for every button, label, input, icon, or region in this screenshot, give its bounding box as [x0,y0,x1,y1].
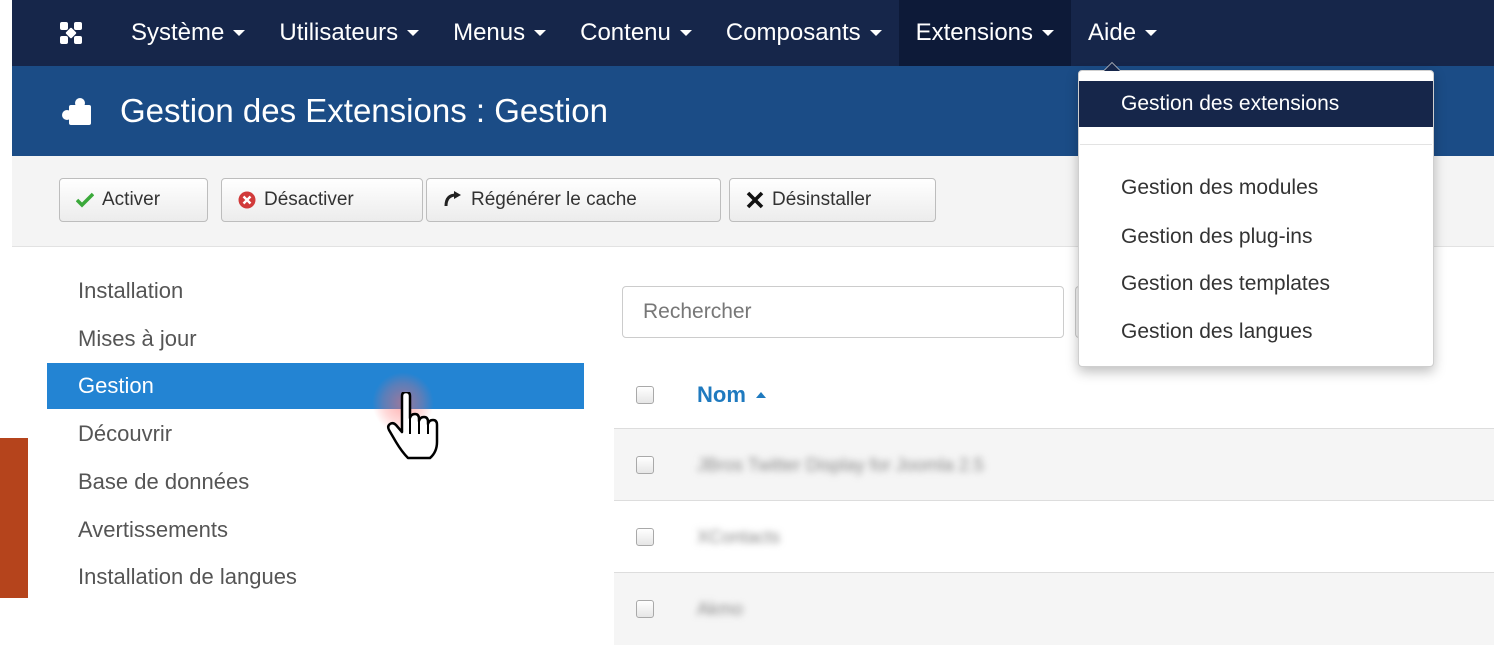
sidebar-item-label: Avertissements [78,517,228,542]
refresh-cache-button[interactable]: Régénérer le cache [426,178,721,222]
refresh-cache-button-label: Régénérer le cache [471,189,637,210]
menu-item-label: Gestion des extensions [1121,92,1340,115]
row-checkbox[interactable] [636,456,654,474]
menu-item-gestion-des-plug-ins[interactable]: Gestion des plug-ins [1079,214,1433,260]
nav-menu-label: Menus [453,19,526,46]
nav-menu-label: Contenu [580,19,671,46]
menu-item-label: Gestion des templates [1121,272,1330,295]
menu-item-gestion-des-langues[interactable]: Gestion des langues [1079,309,1433,355]
table-row[interactable]: XContacts [614,500,1494,573]
refresh-icon [443,191,463,209]
disable-button-label: Désactiver [264,189,354,210]
nav-menu-label: Aide [1088,19,1137,46]
menu-item-gestion-des-modules[interactable]: Gestion des modules [1079,165,1433,211]
nav-menu-systeme[interactable]: Système [114,0,262,66]
menu-item-label: Gestion des langues [1121,320,1313,343]
caret-down-icon [233,30,246,36]
caret-down-icon [407,30,420,36]
menu-item-gestion-des-extensions[interactable]: Gestion des extensions [1079,81,1433,127]
nav-menu-label: Utilisateurs [279,19,399,46]
caret-down-icon [534,30,547,36]
row-checkbox[interactable] [636,528,654,546]
sidebar-item-label: Gestion [78,373,154,398]
sidebar-item-label: Installation de langues [78,564,297,589]
sidebar-item-installation-de-langues[interactable]: Installation de langues [47,554,584,600]
nav-menu-extensions[interactable]: Extensions [898,0,1072,66]
column-header-name[interactable]: Nom [697,382,766,408]
extension-name[interactable]: JBros Twitter Display for Joomla 2.5 [697,455,984,476]
sidebar-item-avertissements[interactable]: Avertissements [47,507,584,553]
hand-pointer-icon [386,390,440,462]
nav-menu-aide[interactable]: Aide [1071,0,1174,66]
nav-menu-contenu[interactable]: Contenu [563,0,709,66]
column-header-name-label: Nom [697,382,746,407]
caret-down-icon [869,30,882,36]
uninstall-button[interactable]: Désinstaller [729,178,936,222]
sidebar-item-installation[interactable]: Installation [47,268,584,314]
check-icon [76,192,94,208]
sidebar-item-base-de-donnees[interactable]: Base de données [47,459,584,505]
nav-menu-utilisateurs[interactable]: Utilisateurs [262,0,436,66]
nav-menu-menus[interactable]: Menus [436,0,563,66]
select-all-checkbox[interactable] [636,386,654,404]
extension-name[interactable]: Akmo [697,599,743,620]
caret-down-icon [1145,30,1158,36]
enable-button-label: Activer [102,189,161,210]
sort-ascending-icon [755,392,766,398]
menu-item-label: Gestion des plug-ins [1121,225,1313,248]
sidebar-item-label: Découvrir [78,421,173,446]
x-icon [746,191,764,209]
puzzle-piece-icon [58,91,98,131]
sidebar-item-decouvrir[interactable]: Découvrir [47,411,584,457]
caret-down-icon [1042,30,1055,36]
nav-menu-label: Système [131,19,225,46]
menu-item-label: Gestion des modules [1121,176,1319,199]
enable-button[interactable]: Activer [59,178,208,222]
menu-item-gestion-des-templates[interactable]: Gestion des templates [1079,261,1433,307]
joomla-logo-icon[interactable] [56,18,86,48]
table-header: Nom [614,366,1494,424]
extension-name[interactable]: XContacts [697,527,780,548]
sidebar-item-label: Installation [78,278,184,303]
sidebar-item-label: Mises à jour [78,326,197,351]
page-title: Gestion des Extensions : Gestion [120,92,608,129]
sidebar-item-label: Base de données [78,469,250,494]
decorative-accent-bar [0,438,28,598]
menu-divider [1080,144,1432,145]
table-row[interactable]: JBros Twitter Display for Joomla 2.5 [614,428,1494,501]
nav-menu-label: Composants [725,19,861,46]
row-checkbox[interactable] [636,600,654,618]
sidebar-item-gestion[interactable]: Gestion [47,363,584,409]
nav-menu-composants[interactable]: Composants [709,0,899,66]
nav-menu-label: Extensions [915,19,1034,46]
extensions-dropdown-menu: Gestion des extensions Gestion des modul… [1078,62,1434,367]
search-input[interactable] [622,286,1064,338]
disable-button[interactable]: Désactiver [221,178,423,222]
uninstall-button-label: Désinstaller [772,189,872,210]
sidebar-item-mises-a-jour[interactable]: Mises à jour [47,316,584,362]
caret-down-icon [679,30,692,36]
circle-x-icon [238,191,256,209]
top-navbar: Système Utilisateurs Menus Contenu Compo… [12,0,1494,66]
